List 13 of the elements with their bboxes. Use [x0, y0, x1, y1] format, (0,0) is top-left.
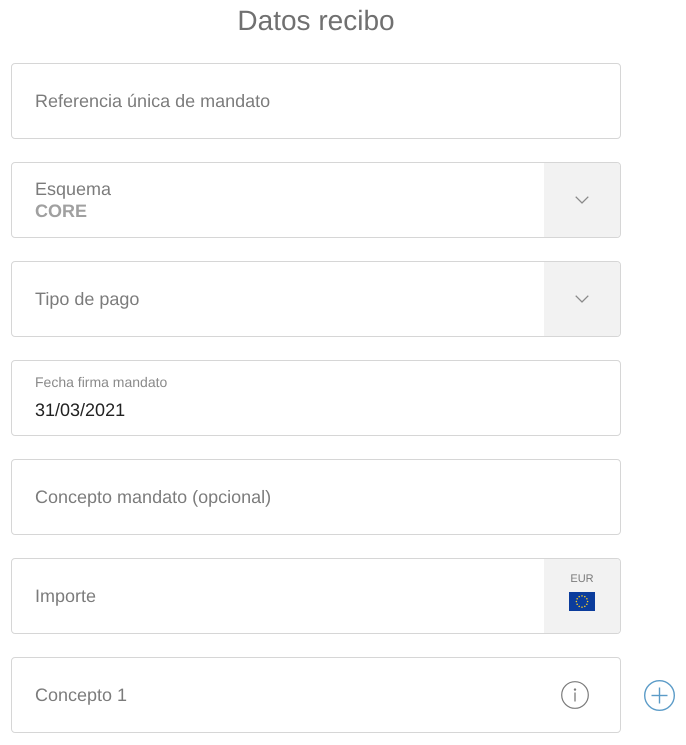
plus-circle-icon[interactable] — [644, 680, 675, 710]
text-field[interactable]: Concepto 1 — [11, 657, 621, 733]
dropdown-field[interactable]: Esquema CORE — [11, 162, 621, 238]
section-title: Datos recibo — [236, 4, 396, 38]
info-icon[interactable] — [561, 681, 589, 709]
currency-code: EUR — [570, 573, 594, 586]
eu-flag-icon — [569, 592, 595, 611]
field-label: Fecha firma mandato — [35, 374, 168, 390]
chevron-down-icon — [575, 295, 589, 303]
text-field[interactable]: Concepto mandato (opcional) — [11, 459, 621, 535]
chevron-down-icon — [575, 196, 589, 204]
text-field[interactable]: Referencia única de mandato — [11, 63, 621, 139]
dropdown-field[interactable]: Tipo de pago — [11, 261, 621, 337]
